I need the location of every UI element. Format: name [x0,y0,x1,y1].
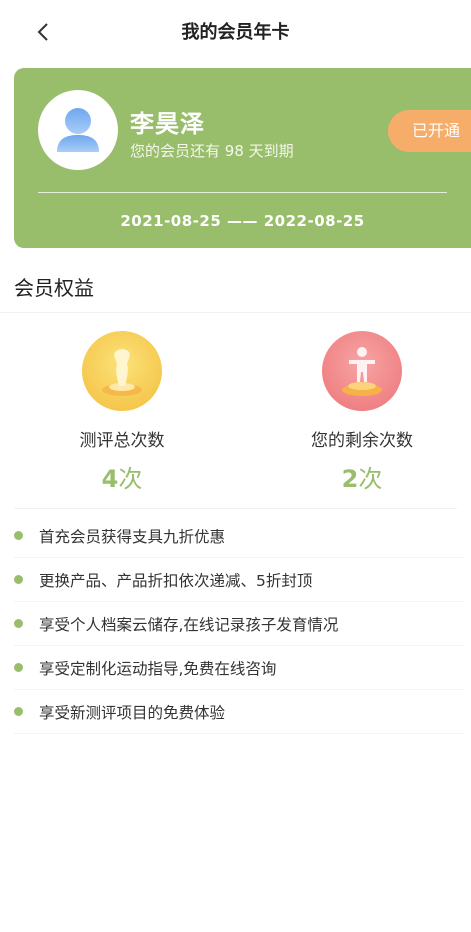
list-item: 享受个人档案云储存,在线记录孩子发育情况 [14,602,464,646]
stat-number: 4 [101,465,119,493]
user-avatar-icon [57,108,99,152]
benefit-list: 首充会员获得支具九折优惠 更换产品、产品折扣依次递减、5折封顶 享受个人档案云储… [14,514,464,734]
expire-prefix: 您的会员还有 [130,142,221,160]
card-divider [38,192,447,193]
benefit-text: 享受个人档案云储存,在线记录孩子发育情况 [39,615,339,634]
stat-value: 2次 [262,459,462,494]
list-item: 更换产品、产品折扣依次递减、5折封顶 [14,558,464,602]
assessment-icon [82,331,162,411]
benefit-text: 享受新测评项目的免费体验 [39,703,226,722]
benefit-text: 更换产品、产品折扣依次递减、5折封顶 [39,571,313,590]
list-item: 享受新测评项目的免费体验 [14,690,464,734]
avatar [38,90,118,170]
bullet-dot-icon [14,575,23,584]
stat-label: 测评总次数 [79,431,165,451]
list-item: 首充会员获得支具九折优惠 [14,514,464,558]
list-item: 享受定制化运动指导,免费在线咨询 [14,646,464,690]
page-title: 我的会员年卡 [181,22,290,43]
stat-total-assessments: 测评总次数 4次 [22,330,222,494]
nav-bar: 我的会员年卡 [0,0,471,64]
benefit-text: 享受定制化运动指导,免费在线咨询 [39,659,277,678]
benefit-text: 首充会员获得支具九折优惠 [39,527,226,546]
stat-number: 2 [341,465,359,493]
bullet-dot-icon [14,531,23,540]
user-name: 李昊泽 [130,110,205,138]
status-badge: 已开通 [388,110,471,152]
membership-date-range: 2021-08-25 —— 2022-08-25 [120,212,365,230]
stat-unit: 次 [358,465,383,493]
expire-text: 您的会员还有 98 天到期 [130,140,294,161]
section-title: 会员权益 [14,276,94,300]
bullet-dot-icon [14,619,23,628]
bullet-dot-icon [14,707,23,716]
bullet-dot-icon [14,663,23,672]
stat-remaining-assessments: 您的剩余次数 2次 [262,330,462,494]
expire-suffix: 天到期 [248,142,294,160]
stat-unit: 次 [118,465,143,493]
section-divider [0,312,471,313]
person-podium-icon [322,331,402,411]
membership-card: 李昊泽 您的会员还有 98 天到期 已开通 2021-08-25 —— 2022… [14,68,471,248]
stat-value: 4次 [22,459,222,494]
days-left: 98 [224,142,244,160]
benefit-divider [14,508,457,509]
stat-label: 您的剩余次数 [311,431,413,451]
